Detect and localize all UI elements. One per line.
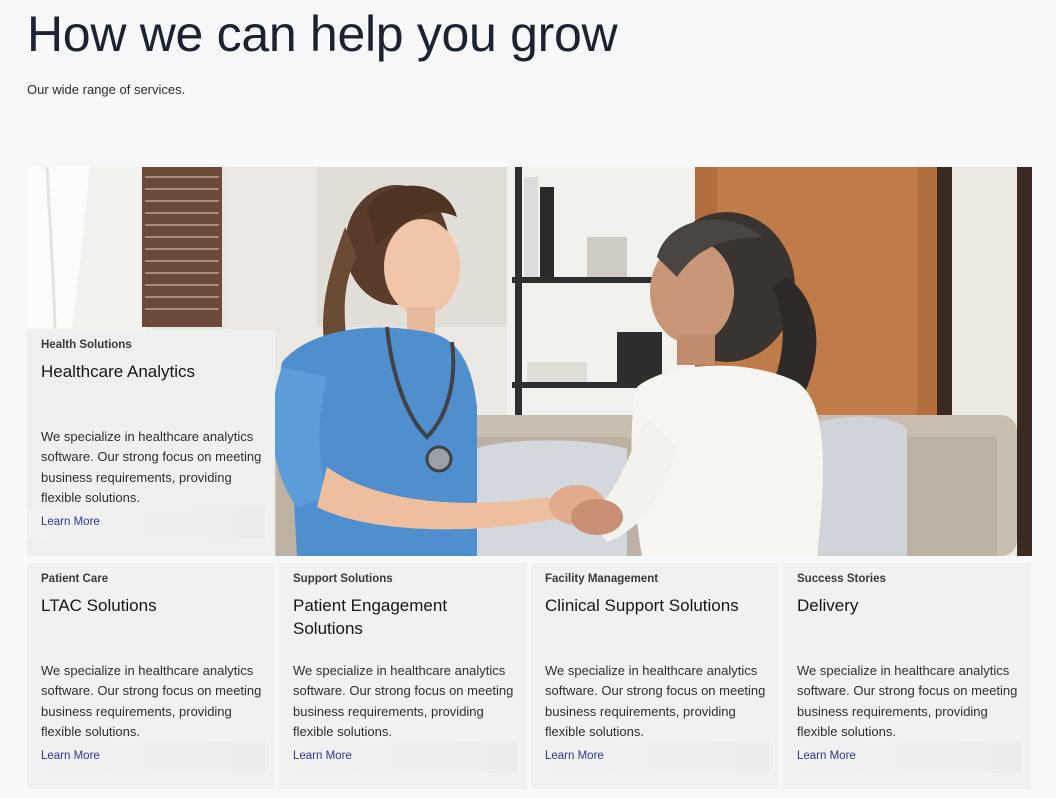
card-title: Healthcare Analytics bbox=[41, 362, 196, 381]
card-eyebrow: Health Solutions bbox=[41, 339, 132, 351]
page-title: How we can help you grow bbox=[27, 6, 618, 62]
card-description: We specialize in healthcare analytics so… bbox=[41, 663, 262, 740]
card-eyebrow: Success Stories bbox=[797, 573, 886, 585]
card-eyebrow: Patient Care bbox=[41, 573, 109, 585]
page-subtitle: Our wide range of services. bbox=[27, 82, 186, 97]
card-description: We specialize in healthcare analytics so… bbox=[797, 663, 1018, 740]
card-title: LTAC Solutions bbox=[41, 596, 157, 615]
card-eyebrow: Support Solutions bbox=[293, 573, 393, 585]
service-card-facility-management: Facility Management Clinical Support Sol… bbox=[531, 563, 779, 789]
learn-more-link[interactable]: Learn More bbox=[279, 741, 517, 773]
card-description: We specialize in healthcare analytics so… bbox=[545, 663, 766, 740]
learn-more-link[interactable]: Learn More bbox=[27, 741, 265, 773]
service-card-patient-care: Patient Care LTAC Solutions We specializ… bbox=[27, 563, 275, 789]
card-description: We specialize in healthcare analytics so… bbox=[41, 429, 262, 506]
card-title: Delivery bbox=[797, 596, 859, 615]
learn-more-link[interactable]: Learn More bbox=[783, 741, 1021, 773]
card-description: We specialize in healthcare analytics so… bbox=[293, 663, 514, 740]
learn-more-link[interactable]: Learn More bbox=[531, 741, 769, 773]
card-eyebrow: Facility Management bbox=[545, 573, 659, 585]
learn-more-link[interactable]: Learn More bbox=[27, 507, 265, 539]
card-title: Clinical Support Solutions bbox=[545, 596, 739, 615]
service-card-support-solutions: Support Solutions Patient Engagement Sol… bbox=[279, 563, 527, 789]
featured-service-card: Health Solutions Healthcare Analytics We… bbox=[27, 329, 275, 556]
services-page: How we can help you grow Our wide range … bbox=[0, 0, 1056, 798]
card-title: Patient Engagement Solutions bbox=[293, 596, 448, 638]
service-card-success-stories: Success Stories Delivery We specialize i… bbox=[783, 563, 1031, 789]
